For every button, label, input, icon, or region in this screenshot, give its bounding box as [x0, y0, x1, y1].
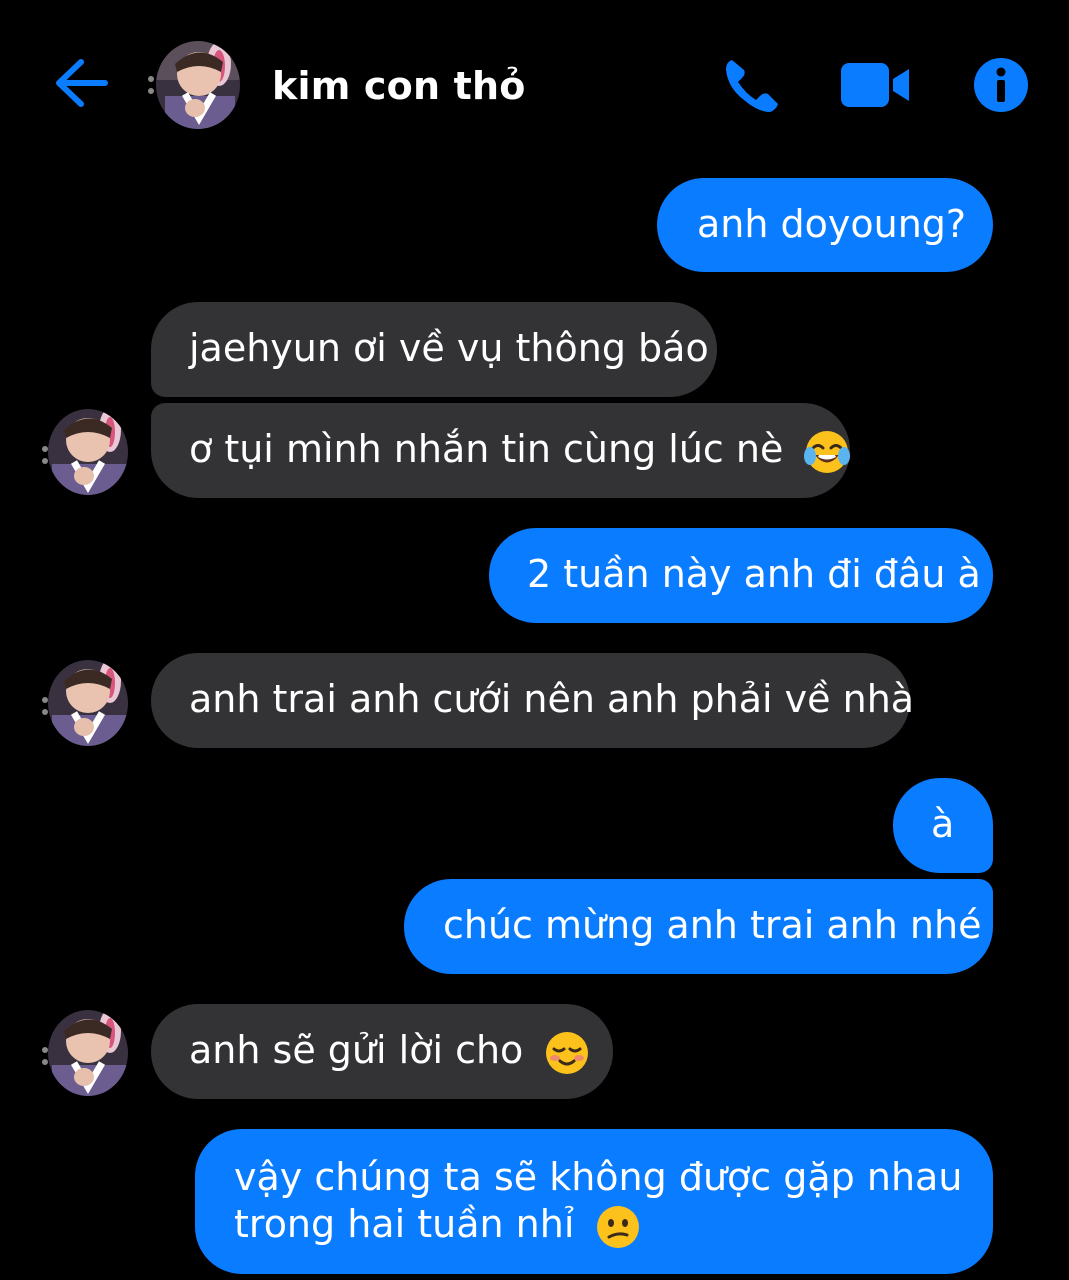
message-text: anh trai anh cưới nên anh phải về nhà	[189, 677, 915, 721]
message-sent[interactable]: anh doyoung?	[657, 178, 993, 272]
video-camera-icon	[841, 63, 909, 107]
contact-avatar-small[interactable]	[40, 406, 130, 498]
contact-avatar-small[interactable]	[40, 657, 130, 749]
message-text: jaehyun ơi về vụ thông báo	[189, 326, 709, 370]
message-sent[interactable]: 2 tuần này anh đi đâu à	[489, 528, 993, 623]
video-call-button[interactable]	[838, 56, 912, 114]
message-received[interactable]: anh trai anh cưới nên anh phải về nhà	[151, 653, 914, 748]
message-text: trong hai tuần nhỉ	[234, 1202, 575, 1246]
info-button[interactable]	[972, 56, 1030, 114]
header-dots	[148, 76, 154, 94]
message-sent[interactable]: vậy chúng ta sẽ không được gặp nhau tron…	[195, 1129, 993, 1274]
phone-icon	[726, 60, 778, 112]
message-text: à	[931, 802, 955, 846]
arrow-left-icon	[56, 59, 108, 107]
contact-avatar-small[interactable]	[40, 1007, 130, 1099]
message-sent[interactable]: à	[893, 778, 993, 873]
message-text: ơ tụi mình nhắn tin cùng lúc nè	[189, 427, 784, 471]
voice-call-button[interactable]	[716, 52, 784, 120]
smiling-blushing-emoji	[546, 1031, 589, 1074]
message-text-line: vậy chúng ta sẽ không được gặp nhau	[234, 1155, 963, 1199]
message-text: 2 tuần này anh đi đâu à	[527, 552, 981, 596]
message-text: chúc mừng anh trai anh nhé	[443, 903, 982, 947]
message-received[interactable]: ơ tụi mình nhắn tin cùng lúc nè	[151, 403, 851, 498]
chat-title[interactable]: kim con thỏ	[272, 64, 526, 108]
chat-header: kim con thỏ	[0, 0, 1069, 170]
contact-avatar[interactable]	[155, 40, 241, 130]
tears-of-joy-emoji	[804, 430, 851, 473]
info-icon	[974, 58, 1028, 112]
back-button[interactable]	[52, 56, 110, 110]
message-sent[interactable]: chúc mừng anh trai anh nhé	[404, 879, 993, 974]
message-received[interactable]: jaehyun ơi về vụ thông báo	[151, 302, 717, 397]
message-text: anh doyoung?	[697, 202, 967, 246]
message-received[interactable]: anh sẽ gửi lời cho	[151, 1004, 613, 1099]
message-text-line-2: trong hai tuần nhỉ	[234, 1201, 993, 1251]
confused-face-emoji	[597, 1205, 640, 1248]
message-text: anh sẽ gửi lời cho	[189, 1028, 524, 1072]
